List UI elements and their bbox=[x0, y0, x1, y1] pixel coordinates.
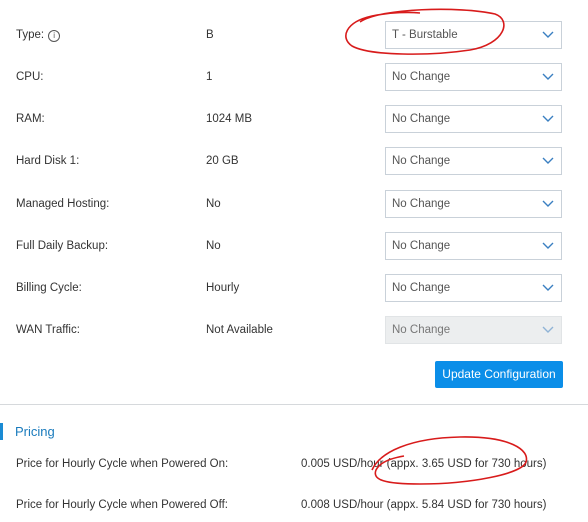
config-row-ram: RAM: 1024 MB No Change bbox=[0, 105, 588, 135]
update-configuration-button[interactable]: Update Configuration bbox=[435, 361, 563, 388]
chevron-down-icon bbox=[542, 200, 554, 207]
config-value: Hourly bbox=[206, 282, 240, 294]
chevron-down-icon bbox=[542, 242, 554, 249]
config-label: Managed Hosting: bbox=[16, 198, 110, 210]
config-label: RAM: bbox=[16, 113, 45, 125]
price-label: Price for Hourly Cycle when Powered On: bbox=[16, 458, 229, 470]
select-value: No Change bbox=[392, 240, 451, 252]
select-value: No Change bbox=[392, 198, 451, 210]
select-value: No Change bbox=[392, 282, 451, 294]
config-value: No bbox=[206, 240, 221, 252]
config-row-cpu: CPU: 1 No Change bbox=[0, 63, 588, 93]
config-value: 1024 MB bbox=[206, 113, 253, 125]
chevron-down-icon bbox=[542, 284, 554, 291]
select-value: T - Burstable bbox=[392, 29, 458, 41]
price-value: 0.005 USD/hour (appx. 3.65 USD for 730 h… bbox=[301, 458, 547, 470]
price-label: Price for Hourly Cycle when Powered Off: bbox=[16, 499, 228, 511]
page: Type: i B T - Burstable CPU: 1 No Change … bbox=[0, 0, 588, 522]
config-row-managed-hosting: Managed Hosting: No No Change bbox=[0, 190, 588, 220]
chevron-down-icon bbox=[542, 326, 554, 333]
config-value: 20 GB bbox=[206, 155, 239, 167]
config-label: Billing Cycle: bbox=[16, 282, 82, 294]
select-value: No Change bbox=[392, 71, 451, 83]
section-divider bbox=[0, 404, 588, 405]
config-value: 1 bbox=[206, 71, 213, 83]
config-label: WAN Traffic: bbox=[16, 324, 80, 336]
config-value: No bbox=[206, 198, 221, 210]
config-label: CPU: bbox=[16, 71, 44, 83]
cpu-select[interactable]: No Change bbox=[385, 63, 562, 91]
config-label: Full Daily Backup: bbox=[16, 240, 109, 252]
config-row-hard-disk: Hard Disk 1: 20 GB No Change bbox=[0, 147, 588, 177]
select-value: No Change bbox=[392, 324, 451, 336]
config-row-wan-traffic: WAN Traffic: Not Available No Change bbox=[0, 316, 588, 346]
hard-disk-select[interactable]: No Change bbox=[385, 147, 562, 175]
config-label: Type: i bbox=[16, 29, 61, 42]
config-row-billing-cycle: Billing Cycle: Hourly No Change bbox=[0, 274, 588, 304]
chevron-down-icon bbox=[542, 115, 554, 122]
billing-cycle-select[interactable]: No Change bbox=[385, 274, 562, 302]
info-icon[interactable]: i bbox=[48, 30, 61, 42]
wan-traffic-select: No Change bbox=[385, 316, 562, 344]
ram-select[interactable]: No Change bbox=[385, 105, 562, 133]
price-value: 0.008 USD/hour (appx. 5.84 USD for 730 h… bbox=[301, 499, 547, 511]
config-label: Hard Disk 1: bbox=[16, 155, 80, 167]
config-row-type: Type: i B T - Burstable bbox=[0, 21, 588, 51]
chevron-down-icon bbox=[542, 73, 554, 80]
config-value: Not Available bbox=[206, 324, 273, 336]
config-row-full-daily-backup: Full Daily Backup: No No Change bbox=[0, 232, 588, 262]
pricing-heading: Pricing bbox=[15, 424, 55, 439]
config-value: B bbox=[206, 29, 214, 41]
type-select[interactable]: T - Burstable bbox=[385, 21, 562, 49]
full-daily-backup-select[interactable]: No Change bbox=[385, 232, 562, 260]
managed-hosting-select[interactable]: No Change bbox=[385, 190, 562, 218]
chevron-down-icon bbox=[542, 157, 554, 164]
chevron-down-icon bbox=[542, 31, 554, 38]
select-value: No Change bbox=[392, 155, 451, 167]
pricing-accent-bar bbox=[0, 423, 3, 440]
select-value: No Change bbox=[392, 113, 451, 125]
